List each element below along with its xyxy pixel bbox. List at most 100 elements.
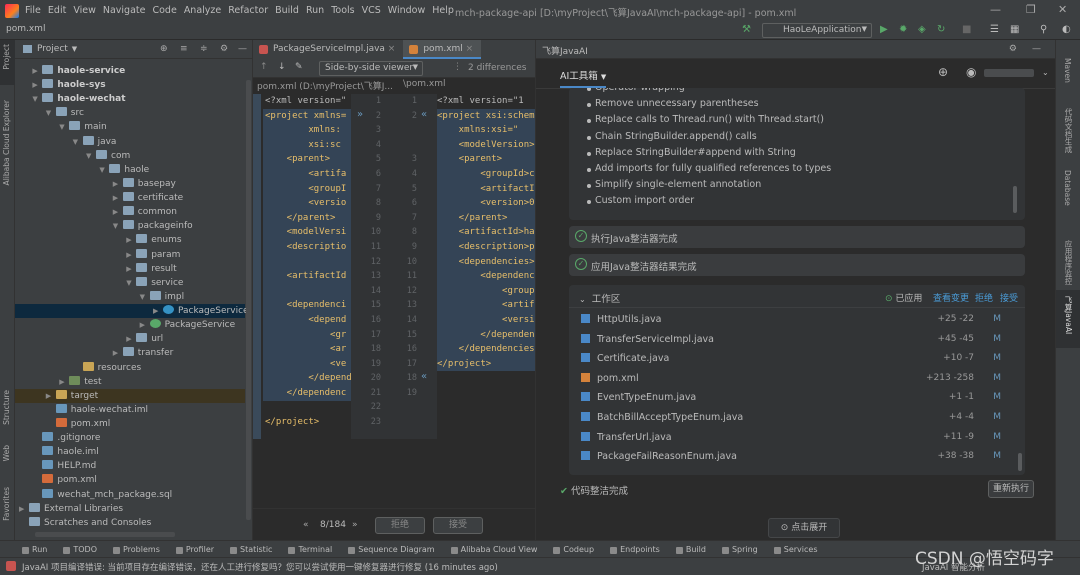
tool-window-spring[interactable]: Spring — [721, 545, 758, 554]
tree-item[interactable]: haole.iml — [15, 445, 245, 459]
close-icon[interactable]: × — [388, 44, 396, 54]
reject-button[interactable]: 拒绝 — [375, 517, 425, 534]
tab-pom-xml[interactable]: pom.xml × — [403, 40, 482, 59]
tree-item[interactable]: ▶ transfer — [15, 346, 245, 360]
doc-gen-tab[interactable]: 代码文档生成 — [1063, 108, 1074, 153]
view-changes-link[interactable]: 查看变更 — [933, 291, 969, 304]
tool-window-sequence-diagram[interactable]: Sequence Diagram — [348, 545, 435, 554]
diff-viewer-mode-select[interactable]: Side-by-side viewer ▼ — [319, 61, 423, 76]
chevron-down-icon[interactable]: ⌄ — [1042, 68, 1049, 77]
menu-item-view[interactable]: View — [73, 5, 96, 16]
expand-arrow-icon[interactable]: ▶ — [59, 375, 69, 389]
expand-arrow-icon[interactable]: ▶ — [126, 233, 136, 247]
expand-arrow-icon[interactable]: ▶ — [32, 78, 42, 92]
tool-window-services[interactable]: Services — [773, 545, 818, 554]
favorites-tab[interactable]: Favorites — [2, 487, 11, 521]
close-icon[interactable]: ✕ — [1058, 3, 1067, 16]
tool-window-build[interactable]: Build — [675, 545, 706, 554]
diff-code-area[interactable]: <?xml version=" <project xmlns= xmlns: xs… — [253, 94, 536, 439]
app-monitor-tab[interactable]: 应用程序监控 — [1063, 240, 1074, 285]
hide-icon[interactable]: — — [1032, 44, 1041, 54]
settings-icon[interactable]: ☰ — [990, 24, 999, 35]
tool-window-terminal[interactable]: Terminal — [288, 545, 332, 554]
expand-arrow-icon[interactable]: ▼ — [73, 135, 83, 149]
run-icon[interactable]: ▶ — [880, 24, 888, 35]
expand-arrow-icon[interactable]: ▶ — [126, 248, 136, 262]
tree-item[interactable]: ▶ External Libraries — [15, 502, 245, 516]
tree-item[interactable]: ▶ haole-sys — [15, 78, 245, 92]
profile-icon[interactable]: ↻ — [937, 24, 945, 35]
tab-package-service-impl[interactable]: PackageServiceImpl.java × — [253, 40, 403, 59]
prev-change-icon[interactable]: « — [303, 520, 309, 530]
project-tool-tab[interactable]: Project — [2, 44, 11, 70]
stop-icon[interactable]: ■ — [962, 24, 971, 35]
tree-item[interactable]: pom.xml — [15, 473, 245, 487]
expand-arrow-icon[interactable]: ▼ — [113, 219, 123, 233]
tree-item[interactable]: ▼ main — [15, 120, 245, 134]
reject-link[interactable]: 拒绝 — [975, 291, 993, 304]
menu-item-run[interactable]: Run — [306, 5, 324, 16]
tree-item[interactable]: .gitignore — [15, 431, 245, 445]
tree-item[interactable]: ▼ src — [15, 106, 245, 120]
expand-arrow-icon[interactable]: ▶ — [46, 389, 56, 403]
menu-item-edit[interactable]: Edit — [48, 5, 66, 16]
expand-arrow-icon[interactable]: ▼ — [46, 106, 56, 120]
menu-item-vcs[interactable]: VCS — [362, 5, 381, 16]
plugin-icon[interactable]: ◐ — [1062, 24, 1071, 35]
menu-item-help[interactable]: Help — [432, 5, 454, 16]
workspace-file-row[interactable]: BatchBillAcceptTypeEnum.java +4 -4 M — [581, 408, 1011, 428]
workspace-file-row[interactable]: TransferServiceImpl.java +45 -45 M — [581, 330, 1011, 350]
gear-icon[interactable]: ⚙ — [1009, 44, 1017, 54]
apply-change-icon[interactable]: » — [357, 109, 363, 120]
workspace-file-row[interactable]: pom.xml +213 -258 M — [581, 369, 1011, 389]
tree-item[interactable]: ▶ haole-service — [15, 64, 245, 78]
breadcrumb[interactable]: pom.xml — [6, 24, 45, 34]
web-tab[interactable]: Web — [2, 445, 11, 461]
expand-arrow-icon[interactable]: ▶ — [113, 191, 123, 205]
structure-tab[interactable]: Structure — [2, 390, 11, 425]
rules-scrollbar[interactable] — [1013, 186, 1017, 213]
menu-item-file[interactable]: File — [25, 5, 41, 16]
expand-arrow-icon[interactable]: ▶ — [126, 262, 136, 276]
debug-icon[interactable]: ✹ — [899, 24, 907, 35]
workspace-file-row[interactable]: HttpUtils.java +25 -22 M — [581, 310, 1011, 330]
hide-icon[interactable]: — — [238, 44, 247, 54]
expand-arrow-icon[interactable]: ▶ — [19, 502, 29, 516]
add-icon[interactable]: ⊕ — [938, 65, 948, 79]
tree-item[interactable]: ▼ haole-wechat — [15, 92, 245, 106]
build-hammer-icon[interactable]: ⚒ — [742, 24, 751, 35]
tool-window-run[interactable]: Run — [22, 545, 47, 554]
next-change-icon[interactable]: » — [352, 520, 358, 530]
menu-item-refactor[interactable]: Refactor — [228, 5, 268, 16]
menu-item-tools[interactable]: Tools — [331, 5, 354, 16]
run-config-select[interactable]: HaoLeApplication ▼ — [762, 23, 872, 38]
expand-arrow-icon[interactable]: ▼ — [99, 163, 109, 177]
tree-item[interactable]: ▼ haole — [15, 163, 245, 177]
collapse-all-icon[interactable]: ≑ — [200, 44, 208, 54]
tree-item[interactable]: resources — [15, 361, 245, 375]
ai-toolbox-tab[interactable]: AI工具箱 ▼ — [560, 68, 607, 88]
menu-item-navigate[interactable]: Navigate — [103, 5, 146, 16]
tool-window-problems[interactable]: Problems — [112, 545, 160, 554]
javaai-tab[interactable]: 飞算JavaAI — [1063, 296, 1074, 334]
expand-arrow-icon[interactable]: ▼ — [140, 290, 150, 304]
tree-item[interactable]: ▶ PackageServiceImpl — [15, 304, 268, 319]
settings-icon[interactable]: ⋮ — [453, 62, 462, 72]
expand-arrow-icon[interactable]: ▶ — [113, 346, 123, 360]
expand-arrow-icon[interactable]: ▶ — [140, 318, 150, 332]
tree-item[interactable]: haole-wechat.iml — [15, 403, 245, 417]
tool-window-endpoints[interactable]: Endpoints — [610, 545, 660, 554]
database-tab[interactable]: Database — [1063, 170, 1072, 206]
tree-item[interactable]: wechat_mch_package.sql — [15, 488, 245, 502]
workspace-scrollbar[interactable] — [1018, 453, 1022, 471]
status-message[interactable]: JavaAI 项目编译错误: 当前项目存在编译错误，还在人工进行修复吗？您可以尝… — [22, 561, 498, 573]
chevron-down-icon[interactable]: ▼ — [72, 45, 77, 53]
project-panel-title[interactable]: Project — [37, 44, 68, 54]
apply-change-icon[interactable]: « — [421, 109, 427, 120]
accept-link[interactable]: 接受 — [1000, 291, 1018, 304]
tool-window-todo[interactable]: TODO — [63, 545, 97, 554]
tree-item[interactable]: Scratches and Consoles — [15, 516, 245, 530]
workspace-file-row[interactable]: PackageFailReasonEnum.java +38 -38 M — [581, 447, 1011, 467]
tree-item[interactable]: ▶ param — [15, 248, 245, 262]
tree-item[interactable]: ▼ java — [15, 135, 245, 149]
